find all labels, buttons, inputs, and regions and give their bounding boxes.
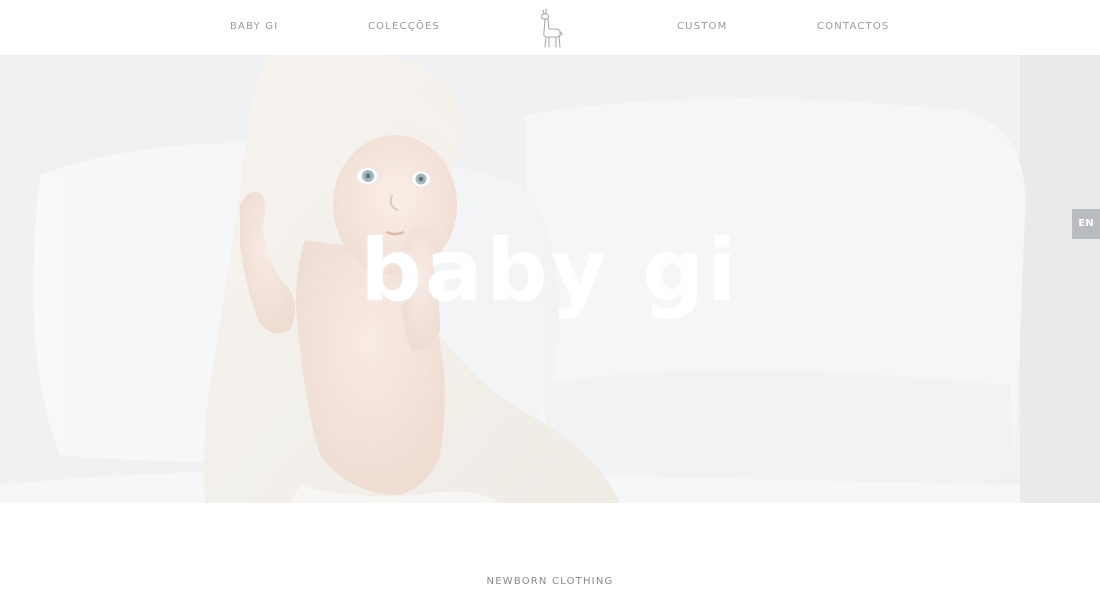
hero-title: baby gi bbox=[360, 221, 740, 321]
section-heading: NEWBORN CLOTHING bbox=[486, 576, 614, 587]
site-header: BABY GI COLECÇÕES CUSTOM CONTACTOS bbox=[0, 0, 1100, 55]
llama-logo-icon[interactable] bbox=[532, 6, 568, 50]
nav-coleccoes[interactable]: COLECÇÕES bbox=[368, 21, 440, 32]
nav-baby-gi[interactable]: BABY GI bbox=[230, 21, 278, 32]
hero-banner: baby gi bbox=[0, 55, 1100, 503]
nav-custom[interactable]: CUSTOM bbox=[677, 21, 727, 32]
language-toggle-button[interactable]: EN bbox=[1072, 209, 1100, 239]
nav-contactos[interactable]: CONTACTOS bbox=[817, 21, 889, 32]
